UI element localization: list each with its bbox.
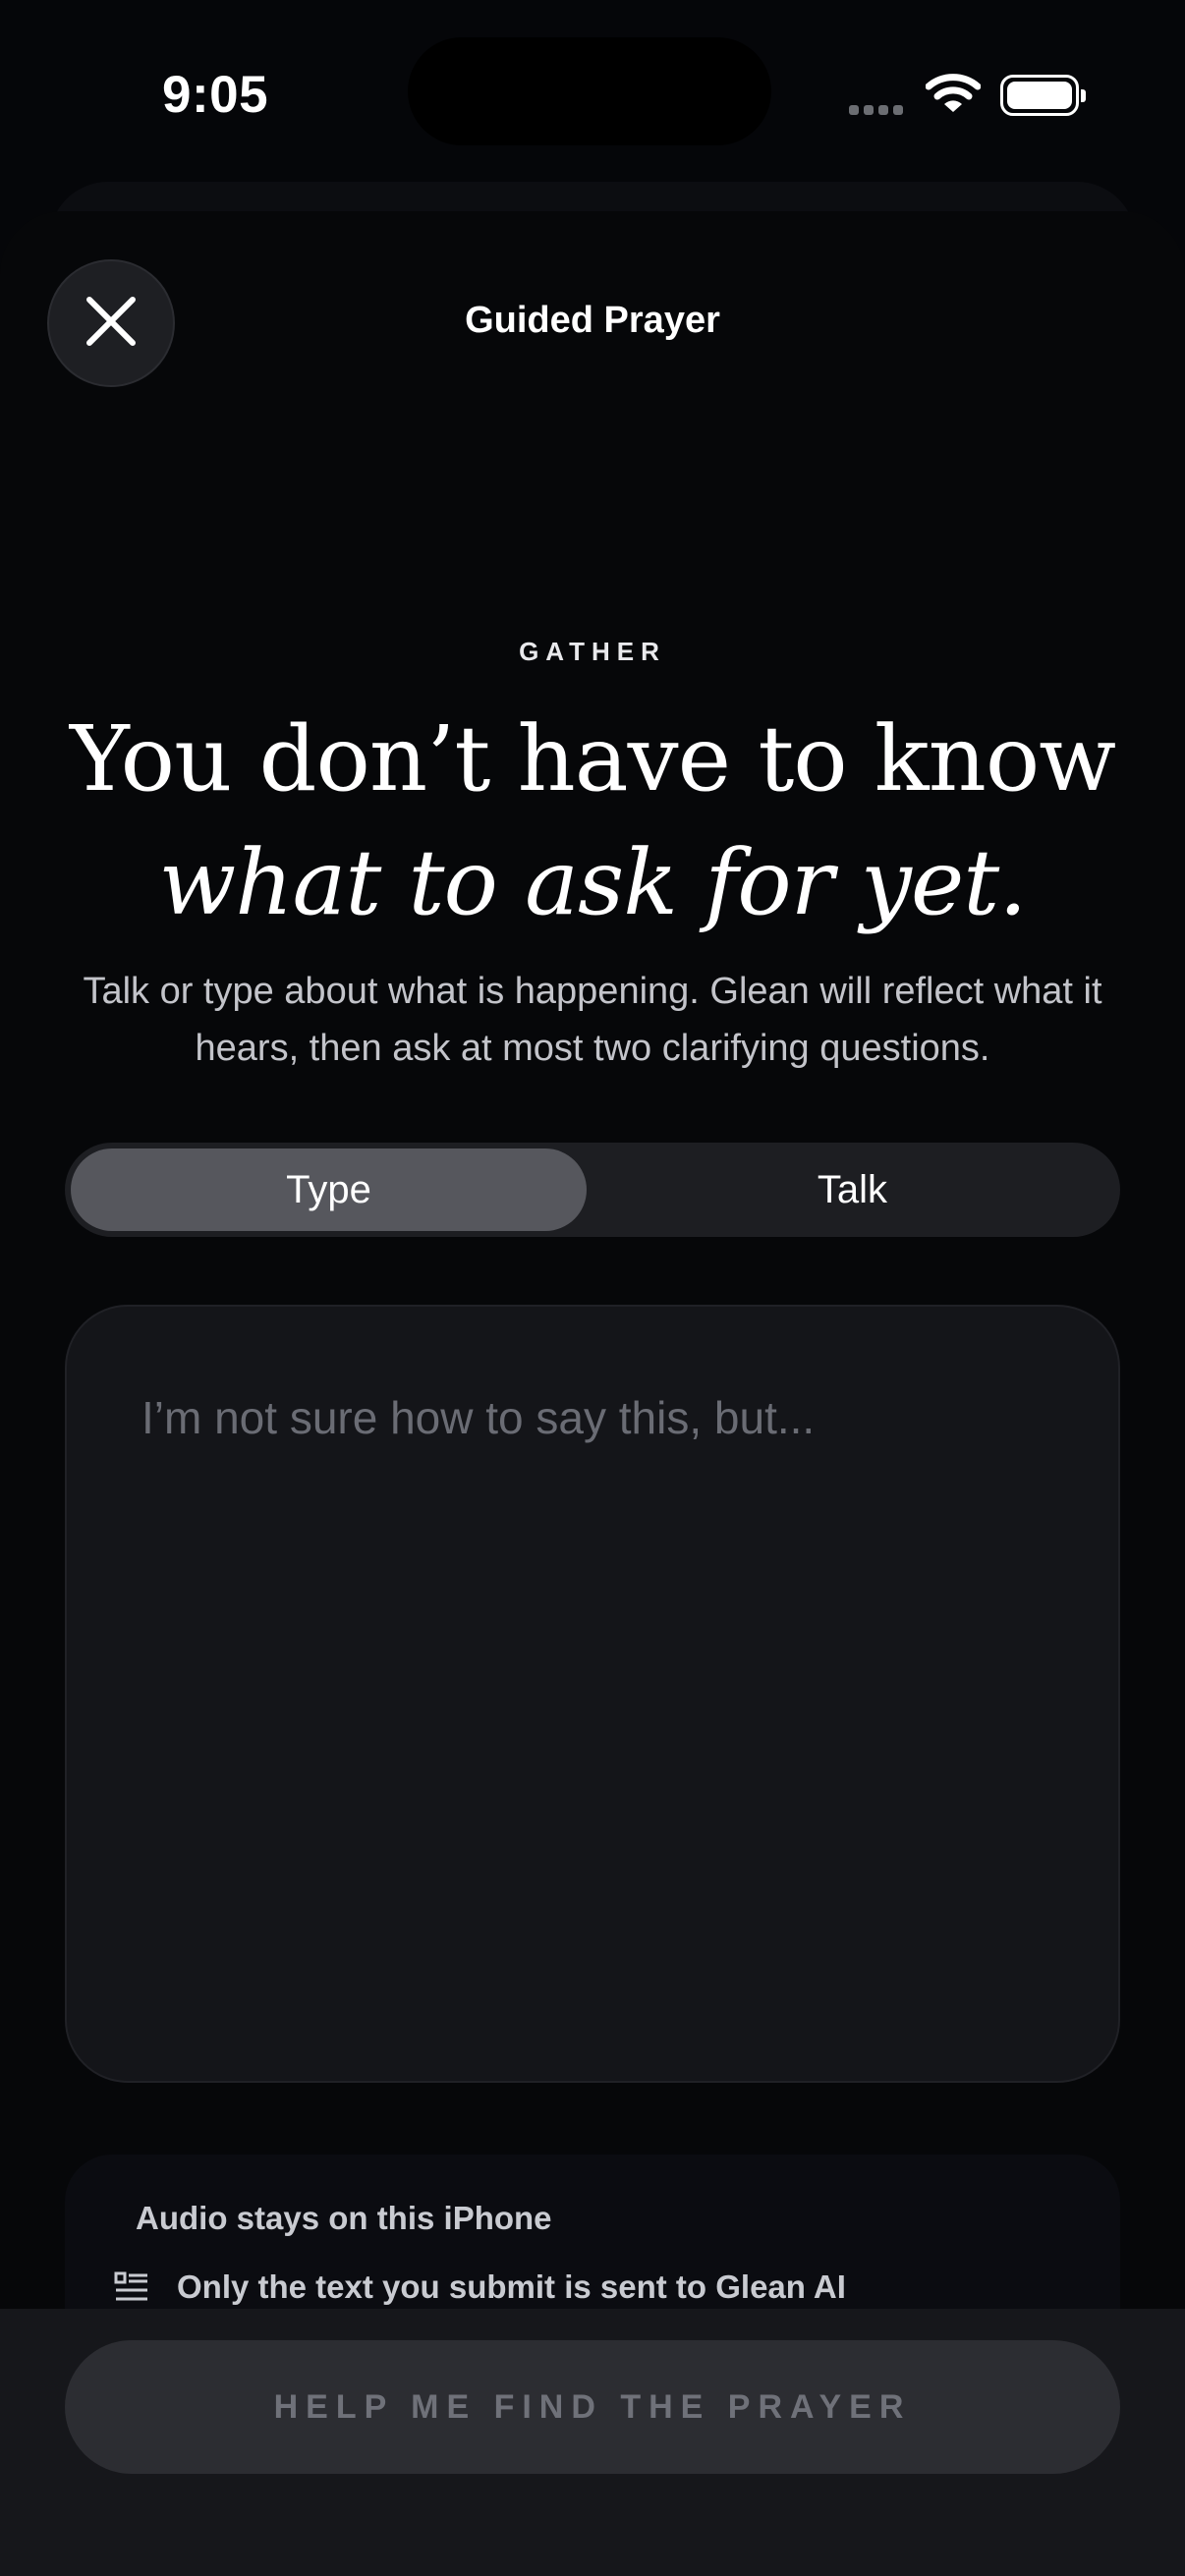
intro-subtext: Talk or type about what is happening. Gl… [83, 971, 1102, 1069]
headline-line-2: what to ask for yet. [158, 830, 1027, 935]
cellular-signal-icon [849, 102, 908, 120]
help-me-find-prayer-button[interactable]: HELP ME FIND THE PRAYER [65, 2340, 1120, 2474]
input-placeholder: I’m not sure how to say this, but... [141, 1392, 816, 1443]
page-title: Guided Prayer [465, 300, 720, 341]
segment-talk[interactable]: Talk [591, 1148, 1114, 1231]
headline-line-1: You don’t have to know [69, 706, 1116, 812]
input-mode-toggle: Type Talk [65, 1143, 1120, 1237]
dynamic-island [408, 37, 771, 145]
headline: You don’t have to know what to ask for y… [0, 698, 1185, 945]
battery-icon [1000, 75, 1086, 116]
prayer-text-input[interactable]: I’m not sure how to say this, but... [65, 1305, 1120, 2083]
segment-type[interactable]: Type [71, 1148, 587, 1231]
privacy-audio-line: Audio stays on this iPhone [136, 2200, 552, 2236]
section-eyebrow: GATHER [519, 637, 666, 666]
privacy-text-line: Only the text you submit is sent to Glea… [177, 2268, 846, 2305]
status-bar: 9:05 [0, 0, 1185, 187]
wifi-icon [925, 73, 982, 121]
checklist-icon [114, 2270, 149, 2309]
status-time: 9:05 [162, 66, 269, 124]
